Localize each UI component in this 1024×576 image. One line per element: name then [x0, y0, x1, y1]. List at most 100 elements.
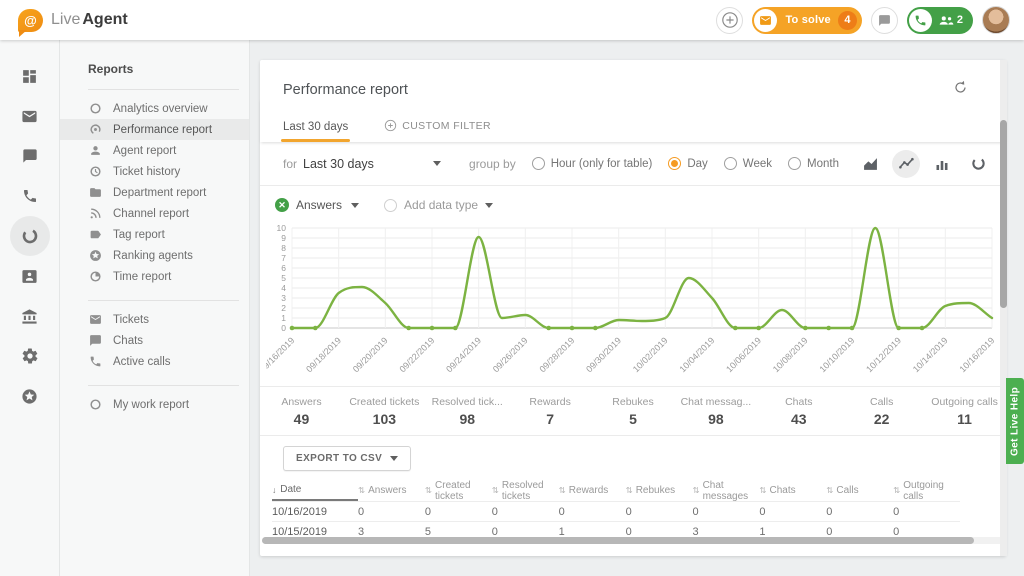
- page-title: Performance report: [283, 82, 983, 98]
- column-header-date[interactable]: ↓Date: [272, 480, 358, 501]
- chat-icon: [88, 334, 102, 348]
- add-data-type-label: Add data type: [404, 198, 478, 212]
- menu-my-work-report[interactable]: My work report: [60, 394, 249, 415]
- add-data-type[interactable]: Add data type: [384, 198, 493, 212]
- cell: 0: [626, 506, 693, 518]
- svg-text:6: 6: [281, 263, 286, 273]
- cell: 5: [425, 526, 492, 538]
- svg-text:09/26/2019: 09/26/2019: [491, 335, 530, 374]
- scrollbar-thumb[interactable]: [1000, 120, 1007, 308]
- menu-label: Tag report: [113, 229, 165, 241]
- mail-icon: [88, 313, 102, 327]
- menu-analytics-overview[interactable]: Analytics overview: [60, 98, 249, 119]
- column-header-resolved-tickets[interactable]: ⇅Resolved tickets: [492, 480, 559, 502]
- sort-desc-icon: ↓: [272, 485, 276, 495]
- column-header-calls[interactable]: ⇅Calls: [826, 485, 893, 496]
- menu-active-calls[interactable]: Active calls: [60, 351, 249, 372]
- sort-icon: ⇅: [759, 485, 766, 496]
- stat-value: 98: [459, 411, 475, 427]
- menu-ranking-agents[interactable]: Ranking agents: [60, 245, 249, 266]
- vertical-scrollbar[interactable]: [1000, 60, 1007, 556]
- cell: 0: [626, 526, 693, 538]
- column-header-chat-messages[interactable]: ⇅Chat messages: [692, 480, 759, 502]
- liveagent-logo[interactable]: @ Live Agent: [18, 9, 128, 32]
- radio-circle-selected: [668, 157, 681, 170]
- stat-answers: Answers49: [260, 387, 343, 435]
- chat-bubble-icon: [878, 14, 891, 27]
- phone-icon: [88, 355, 102, 369]
- nav-reports[interactable]: [10, 216, 50, 256]
- panel-title: Reports: [60, 62, 249, 76]
- chart-area: 01234567891009/16/201909/18/201909/20/20…: [266, 222, 1006, 384]
- nav-starred[interactable]: [10, 376, 50, 416]
- line-chart-button[interactable]: [892, 150, 920, 178]
- horizontal-scrollbar[interactable]: [262, 537, 1004, 544]
- logo-text-live: Live: [51, 11, 80, 29]
- reports-panel: Reports Analytics overview Performance r…: [60, 40, 250, 576]
- divider: [88, 385, 239, 386]
- nav-calls[interactable]: [10, 176, 50, 216]
- column-header-rebukes[interactable]: ⇅Rebukes: [626, 485, 693, 496]
- answers-series-remove-icon[interactable]: ✕: [275, 198, 289, 212]
- menu-time-report[interactable]: Time report: [60, 266, 249, 287]
- radio-hour[interactable]: Hour (only for table): [532, 157, 653, 170]
- nav-customers[interactable]: [10, 296, 50, 336]
- menu-performance-report[interactable]: Performance report: [60, 119, 249, 140]
- donut-chart-button[interactable]: [964, 150, 992, 178]
- radio-label: Day: [687, 158, 707, 170]
- person-icon: [88, 144, 102, 158]
- menu-channel-report[interactable]: Channel report: [60, 203, 249, 224]
- range-select[interactable]: Last 30 days: [303, 157, 441, 171]
- svg-text:7: 7: [281, 253, 286, 263]
- menu-department-report[interactable]: Department report: [60, 182, 249, 203]
- column-header-chats[interactable]: ⇅Chats: [759, 485, 826, 496]
- menu-tag-report[interactable]: Tag report: [60, 224, 249, 245]
- column-header-created-tickets[interactable]: ⇅Created tickets: [425, 480, 492, 502]
- stat-chats: Chats43: [757, 387, 840, 435]
- reports-donut-icon: [21, 227, 39, 245]
- get-live-help-tab[interactable]: Get Live Help: [1006, 378, 1024, 464]
- bar-chart-button[interactable]: [928, 150, 956, 178]
- svg-text:10/14/2019: 10/14/2019: [911, 335, 950, 374]
- svg-text:09/24/2019: 09/24/2019: [444, 335, 483, 374]
- menu-tickets[interactable]: Tickets: [60, 309, 249, 330]
- menu-ticket-history[interactable]: Ticket history: [60, 161, 249, 182]
- add-button[interactable]: [716, 7, 743, 34]
- svg-text:10/12/2019: 10/12/2019: [864, 335, 903, 374]
- area-chart-button[interactable]: [856, 150, 884, 178]
- tab-label: CUSTOM FILTER: [402, 120, 491, 132]
- menu-chats[interactable]: Chats: [60, 330, 249, 351]
- user-avatar[interactable]: [982, 6, 1010, 34]
- radio-week[interactable]: Week: [724, 157, 772, 170]
- tab-last-30-days[interactable]: Last 30 days: [283, 121, 348, 142]
- chevron-down-icon[interactable]: [351, 203, 359, 208]
- nav-contacts[interactable]: [10, 256, 50, 296]
- divider: [88, 89, 239, 90]
- radio-day[interactable]: Day: [668, 157, 707, 170]
- svg-text:09/30/2019: 09/30/2019: [584, 335, 623, 374]
- export-to-csv-button[interactable]: EXPORT TO CSV: [283, 446, 411, 471]
- nav-dashboard[interactable]: [10, 56, 50, 96]
- to-solve-button[interactable]: To solve 4: [752, 7, 861, 34]
- nav-chats[interactable]: [10, 136, 50, 176]
- radio-month[interactable]: Month: [788, 157, 839, 170]
- menu-agent-report[interactable]: Agent report: [60, 140, 249, 161]
- table-row[interactable]: 10/16/2019 0 0 0 0 0 0 0 0 0: [272, 501, 960, 521]
- column-header-answers[interactable]: ⇅Answers: [358, 485, 425, 496]
- chats-button[interactable]: [871, 7, 898, 34]
- nav-tickets[interactable]: [10, 96, 50, 136]
- menu-label: Tickets: [113, 314, 149, 326]
- to-solve-count: 4: [838, 11, 857, 30]
- menu-label: Ranking agents: [113, 250, 193, 262]
- menu-label: Department report: [113, 187, 206, 199]
- tab-custom-filter[interactable]: CUSTOM FILTER: [384, 119, 491, 142]
- column-header-rewards[interactable]: ⇅Rewards: [559, 485, 626, 496]
- refresh-button[interactable]: [953, 80, 968, 95]
- column-header-outgoing-calls[interactable]: ⇅Outgoing calls: [893, 480, 960, 502]
- bank-icon: [21, 308, 38, 325]
- nav-settings[interactable]: [10, 336, 50, 376]
- calls-button[interactable]: 2: [907, 7, 973, 34]
- stat-label: Created tickets: [349, 396, 419, 408]
- scrollbar-thumb[interactable]: [262, 537, 974, 544]
- gauge-icon: [88, 123, 102, 137]
